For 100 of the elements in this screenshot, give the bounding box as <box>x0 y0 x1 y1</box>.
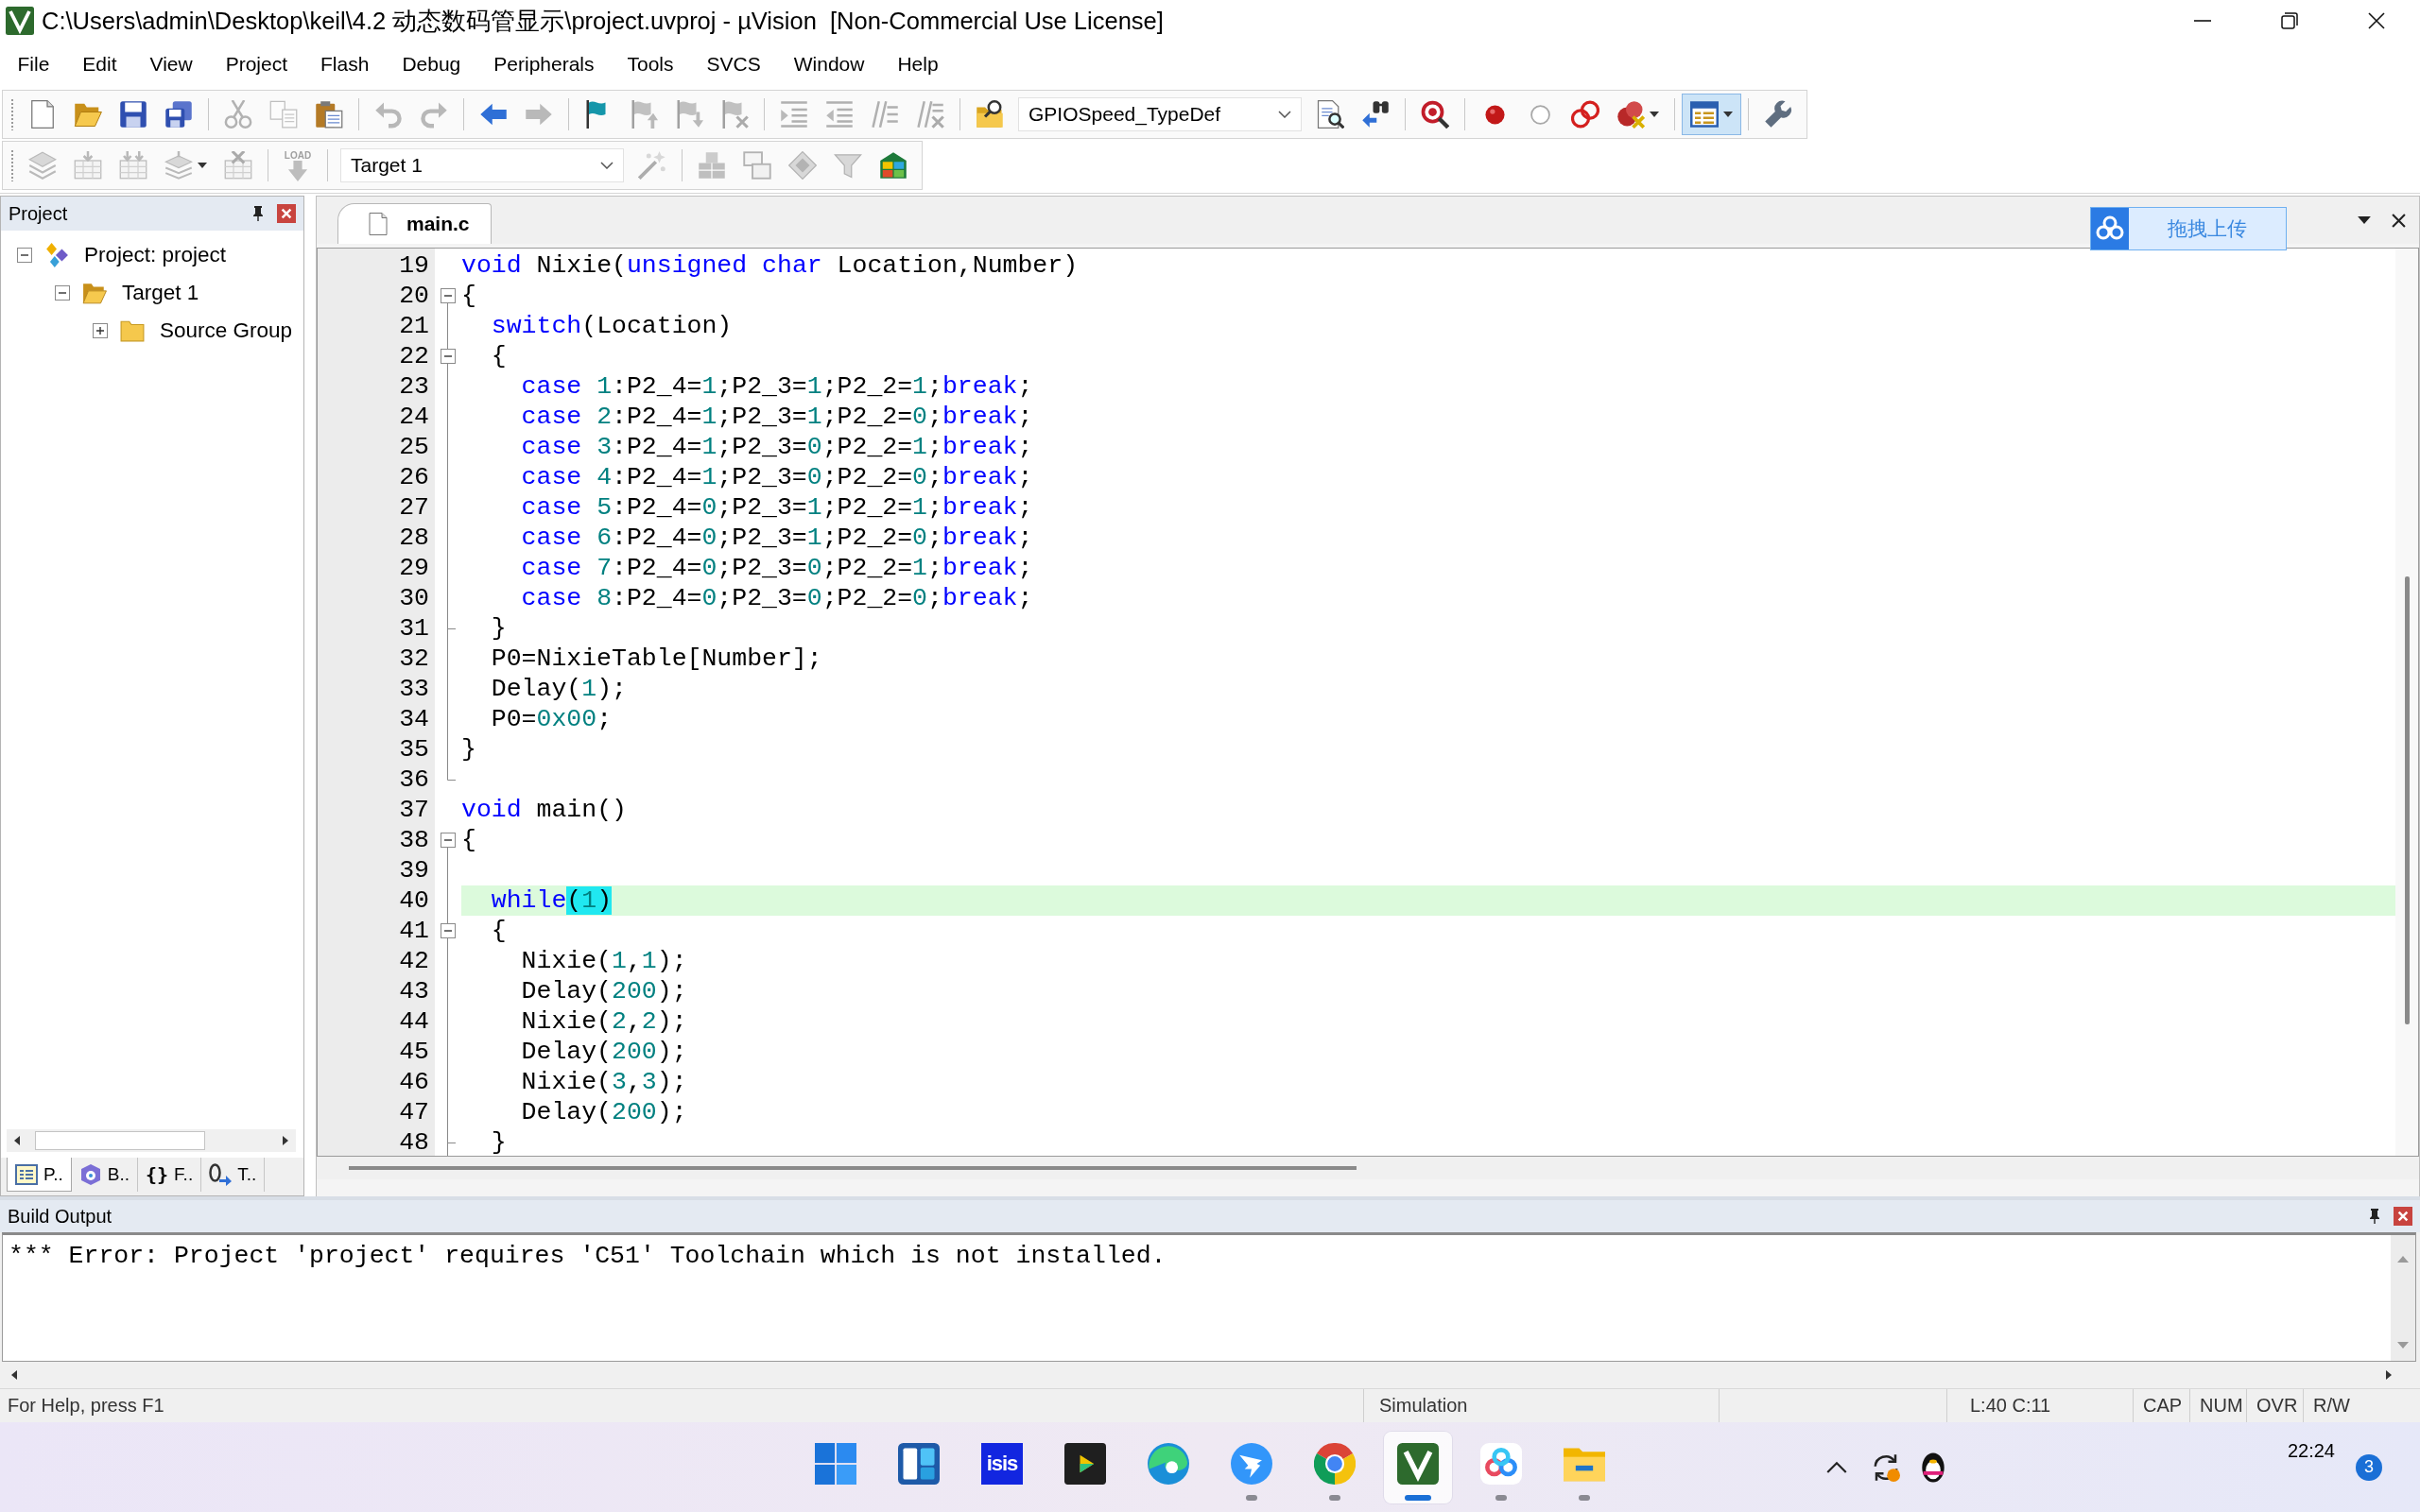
diamonds-icon <box>43 243 70 267</box>
penguin-icon[interactable] <box>1920 1452 1945 1483</box>
code-line: { <box>490 341 508 371</box>
code-line: } <box>461 734 477 765</box>
pin-icon <box>252 206 264 221</box>
window-title: C:\Users\admin\Desktop\keil\4.2 动态数码管显示\project.uvproj - µVision [Non-Commercial Use License] <box>42 6 1165 36</box>
combo-box[interactable]: Target 1 <box>340 148 624 182</box>
code-line: Delay(200); <box>520 976 688 1006</box>
down-triangle-icon <box>2397 1341 2409 1349</box>
menu-item[interactable]: Help <box>880 47 956 81</box>
panel-tab[interactable]: B.. <box>71 1158 138 1192</box>
notification-badge[interactable]: 3 <box>2356 1453 2382 1481</box>
vertical-scrollbar[interactable] <box>2391 1235 2415 1361</box>
panel-tab[interactable]: P.. <box>7 1158 72 1192</box>
minimize-icon <box>2194 20 2211 22</box>
toolbar-grip[interactable] <box>10 149 14 181</box>
code-line: P0=0x00; <box>490 704 614 734</box>
chevron-tile-icon <box>1397 1442 1439 1485</box>
code-line: Delay(1); <box>490 674 628 704</box>
minus-box-icon[interactable] <box>440 923 456 938</box>
pin-button[interactable] <box>2367 1207 2382 1226</box>
toolbar-grip[interactable] <box>10 98 14 130</box>
menu-item[interactable]: Project <box>209 47 304 81</box>
caret-icon[interactable] <box>1278 111 1291 118</box>
menu-item[interactable]: View <box>133 47 210 81</box>
code-line: { <box>461 825 477 855</box>
left-triangle-icon <box>14 1136 20 1145</box>
menu-item[interactable]: Edit <box>65 47 134 81</box>
rings-tile-icon <box>1480 1442 1522 1485</box>
folder-search-icon <box>976 100 1004 129</box>
indent-icon <box>780 100 808 129</box>
magic-wand-icon <box>638 151 666 180</box>
tab-list-button[interactable] <box>2356 215 2373 226</box>
panel-title: Build Output <box>8 1205 113 1228</box>
tricolor-circle-icon <box>1314 1442 1356 1485</box>
windows-stack-icon <box>743 151 771 180</box>
menu-item[interactable]: Peripherals <box>476 47 611 81</box>
tree-item[interactable]: Target 1 <box>121 279 200 307</box>
combo-box[interactable]: GPIOSpeed_TypeDef <box>1018 97 1302 131</box>
menu-item[interactable]: File <box>1 47 66 81</box>
filled-dot-icon <box>1484 104 1505 125</box>
menu-item[interactable]: Flash <box>303 47 386 81</box>
panel-tab[interactable]: T.. <box>201 1158 266 1192</box>
code-line: Delay(200); <box>520 1097 688 1127</box>
menu-item[interactable]: SVCS <box>690 47 778 81</box>
braces-icon: {} <box>146 1163 169 1186</box>
close-icon <box>277 204 296 223</box>
close-icon <box>2392 213 2406 228</box>
code-line: case 6:P2_4=0;P2_3=1;P2_2=0;break; <box>520 523 1034 553</box>
copy-icon <box>269 100 298 129</box>
right-triangle-icon <box>283 1136 288 1145</box>
editor-tab[interactable]: main.c <box>337 203 492 244</box>
scrollbar-thumb[interactable] <box>35 1131 205 1150</box>
code-line: } <box>490 613 508 644</box>
arrow-binoculars-icon <box>1361 100 1390 129</box>
code-line: { <box>490 916 508 946</box>
code-line: void main() <box>461 795 628 825</box>
minus-box-icon[interactable] <box>17 248 32 263</box>
funnel-icon <box>834 151 862 180</box>
scrollbar-thumb[interactable] <box>2404 576 2410 1024</box>
minus-box-icon[interactable] <box>440 833 456 848</box>
plus-box-icon[interactable] <box>93 323 108 338</box>
flag-cross-icon <box>720 100 749 129</box>
play-tile-icon <box>1064 1442 1106 1485</box>
stacked-layers-icon <box>28 151 57 180</box>
status-text: R/W <box>2313 1395 2350 1417</box>
restore-icon <box>2281 12 2298 29</box>
scrollbar-thumb[interactable] <box>349 1166 1357 1170</box>
code-line: switch(Location) <box>490 311 734 341</box>
toolbar-button[interactable] <box>1682 94 1741 135</box>
grid-cross-icon <box>224 151 252 180</box>
code-line: case 8:P2_4=0;P2_3=0;P2_2=0;break; <box>520 583 1034 613</box>
clock[interactable]: 22:24 <box>2287 1440 2335 1462</box>
menu-item[interactable]: Tools <box>611 47 691 81</box>
app-logo-icon <box>6 7 34 35</box>
code-line: case 1:P2_4=1;P2_3=1;P2_2=1;break; <box>520 371 1034 402</box>
minus-box-icon[interactable] <box>55 285 70 301</box>
redo-icon <box>420 100 448 129</box>
taskbar-button[interactable] <box>1384 1431 1452 1503</box>
up-triangle-icon <box>2397 1255 2409 1263</box>
wing-circle-icon <box>1231 1442 1272 1485</box>
pin-button[interactable] <box>251 204 266 223</box>
blocks-icon <box>698 151 726 180</box>
taskbar-button[interactable]: isis <box>968 1431 1036 1503</box>
status-text: CAP <box>2143 1395 2183 1417</box>
tree-item[interactable]: Project: project <box>83 241 228 269</box>
minus-box-icon[interactable] <box>440 349 456 364</box>
code-line: Nixie(2,2); <box>520 1006 688 1037</box>
four-squares-icon <box>815 1442 856 1485</box>
caret-icon <box>2358 216 2371 224</box>
caret-icon[interactable] <box>600 162 614 169</box>
menu-item[interactable]: Window <box>777 47 881 81</box>
menu-item[interactable]: Debug <box>385 47 477 81</box>
tree-item[interactable]: Source Group <box>159 317 294 345</box>
output-line: *** Error: Project 'project' requires 'C51' Toolchain which is not installed. <box>9 1241 1167 1271</box>
caret-up-icon <box>1825 1461 1847 1473</box>
panel-tab[interactable]: {} F.. <box>138 1158 202 1192</box>
undo-icon <box>374 100 403 129</box>
minus-box-icon[interactable] <box>440 288 456 303</box>
horizontal-scrollbar[interactable] <box>7 1129 296 1152</box>
